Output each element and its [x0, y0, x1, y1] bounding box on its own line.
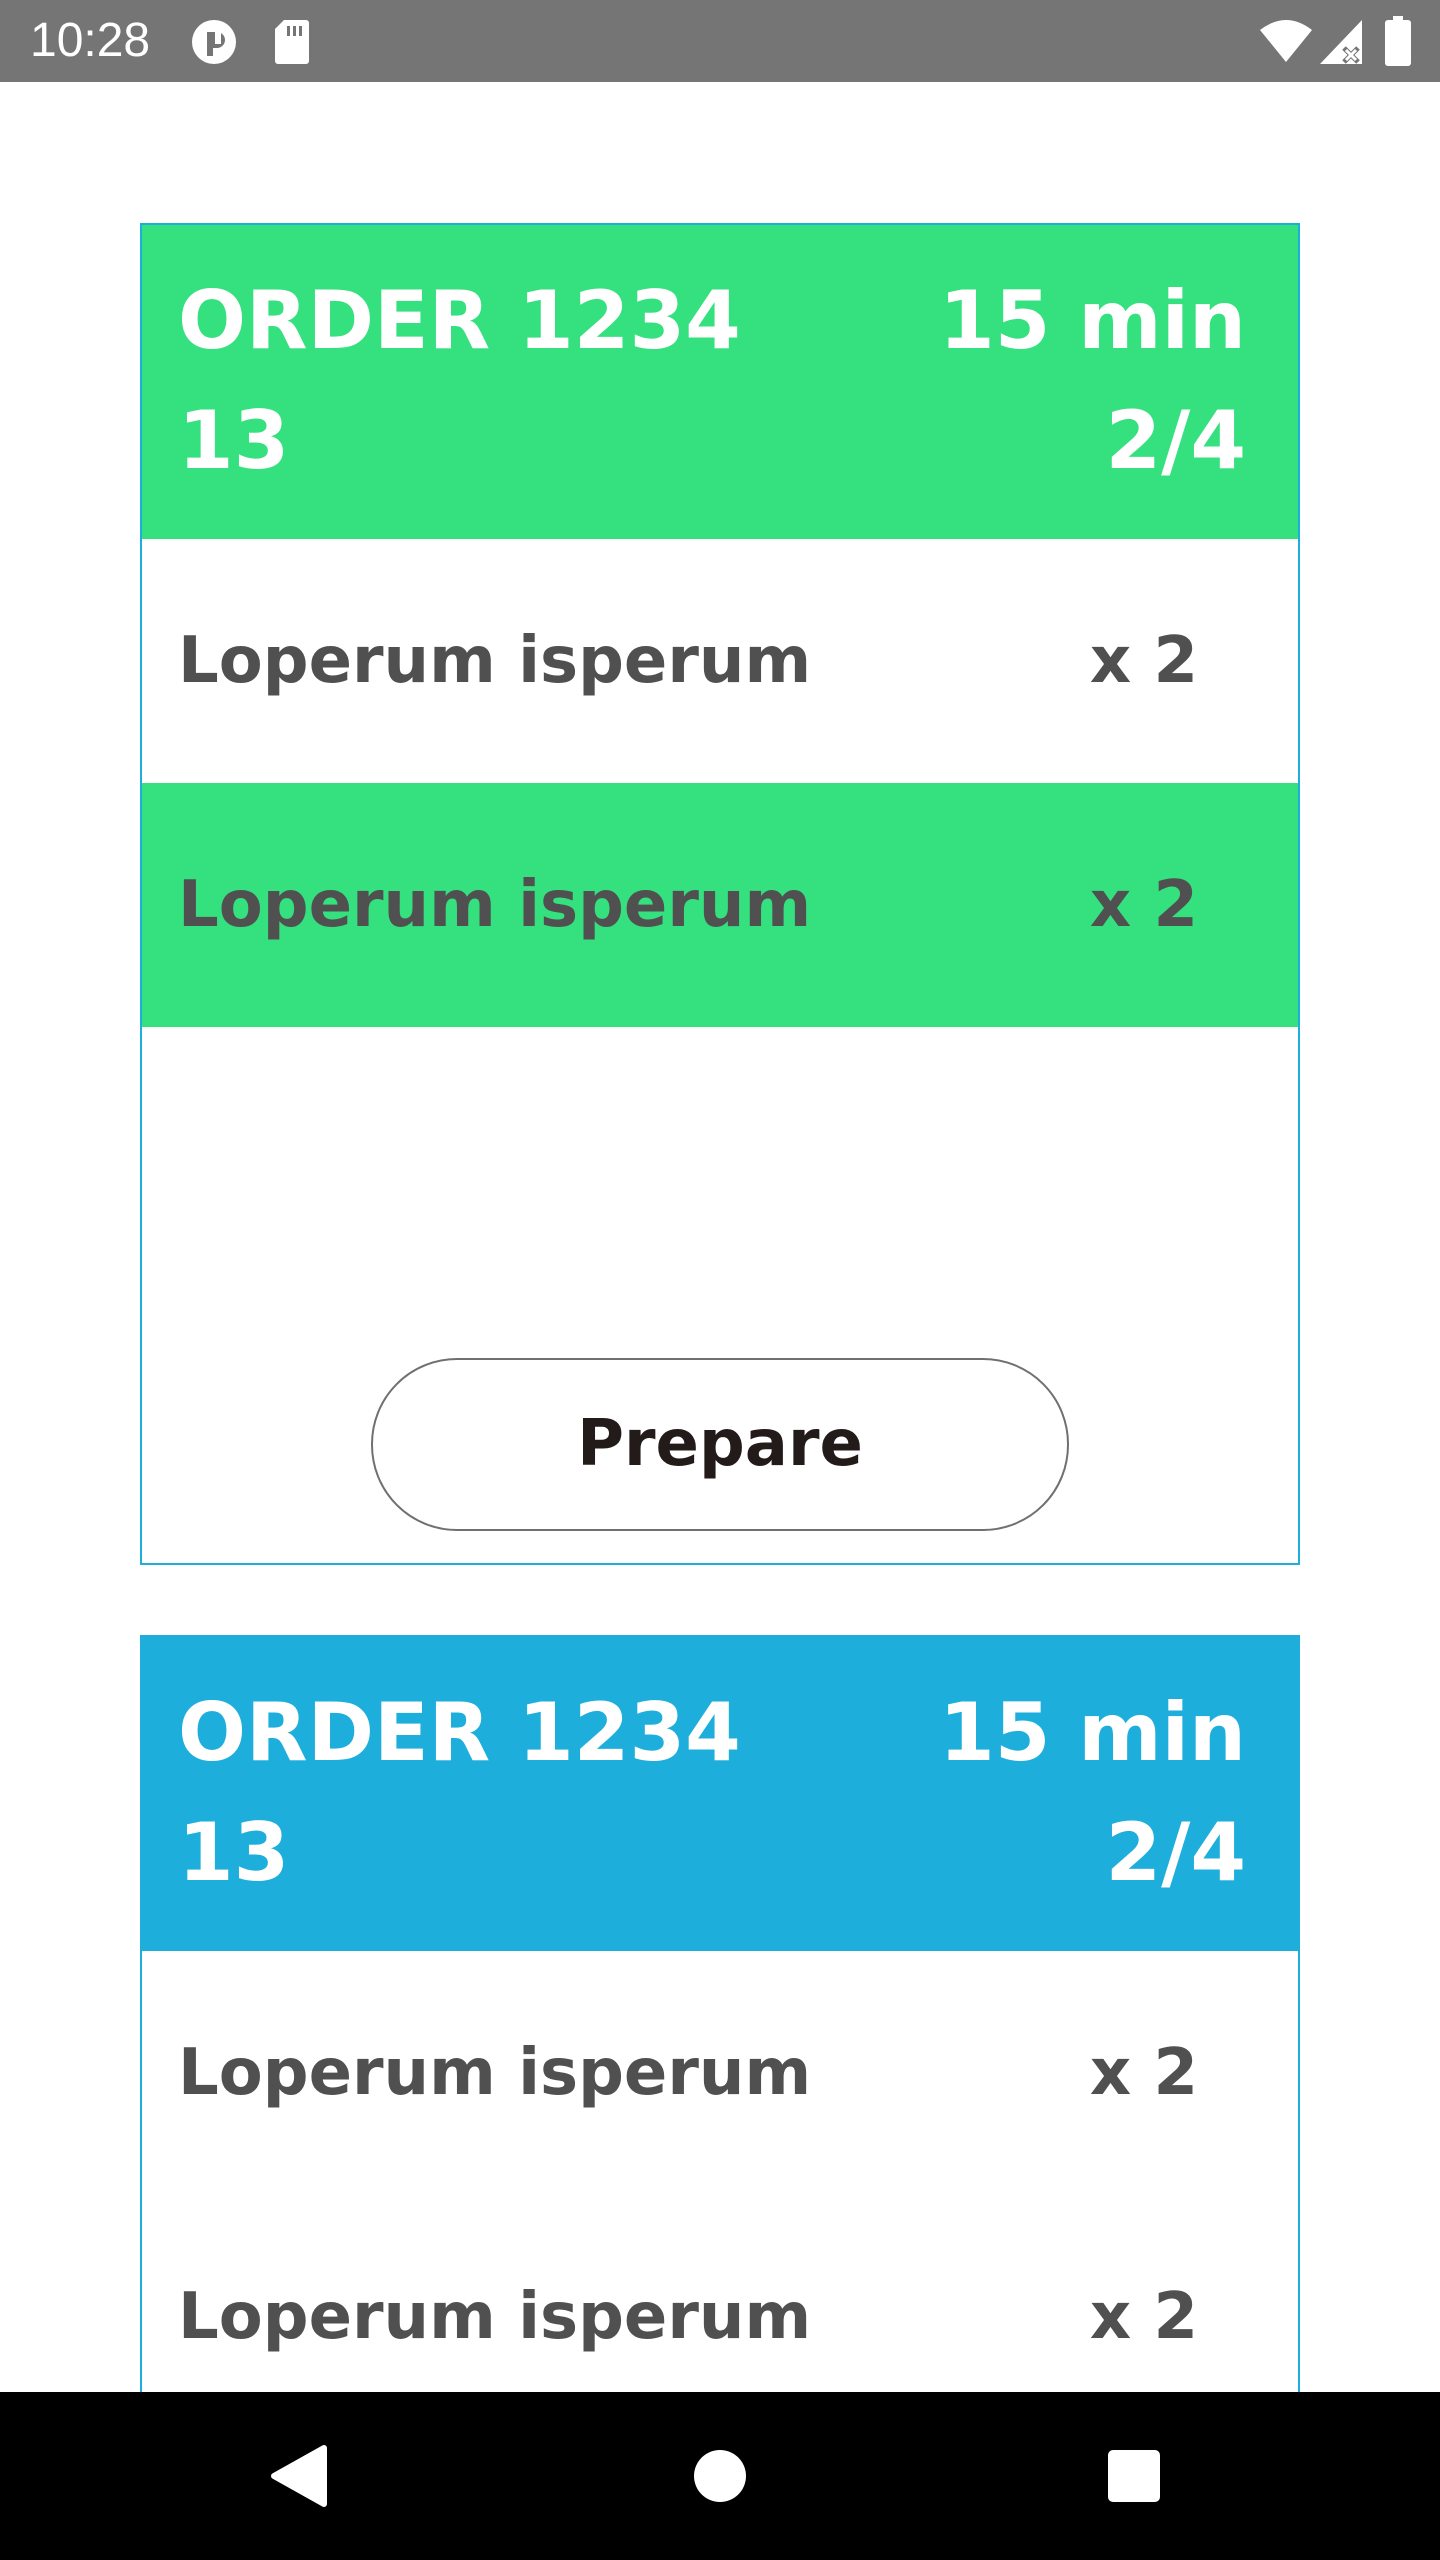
item-name: Loperum isperum — [178, 868, 812, 942]
order-item-row[interactable]: Loperum isperum x 2 — [142, 2195, 1298, 2392]
order-time: 15 min — [939, 274, 1246, 367]
item-quantity: x 2 — [1089, 868, 1198, 942]
prepare-button[interactable]: Prepare — [371, 1358, 1069, 1531]
order-progress: 2/4 — [1105, 1806, 1246, 1899]
order-number: ORDER 1234 — [178, 1686, 741, 1779]
recents-icon[interactable] — [1050, 2392, 1218, 2560]
order-card: ORDER 1234 13 15 min 2/4 Loperum isperum… — [140, 223, 1300, 1565]
status-bar: 10:28 — [0, 0, 1440, 82]
order-meta-block: 15 min 2/4 — [846, 225, 1246, 501]
order-card: ORDER 1234 13 15 min 2/4 Loperum isperum… — [140, 1635, 1300, 2392]
sd-card-icon — [275, 20, 309, 64]
order-time: 15 min — [939, 1686, 1246, 1779]
battery-icon — [1385, 16, 1411, 66]
order-item-row-highlighted[interactable]: Loperum isperum x 2 — [142, 783, 1298, 1027]
item-quantity: x 2 — [1089, 2280, 1198, 2354]
navigation-bar — [0, 2392, 1440, 2560]
order-list[interactable]: ORDER 1234 13 15 min 2/4 Loperum isperum… — [0, 82, 1440, 2392]
order-table-number: 13 — [178, 1806, 290, 1899]
item-name: Loperum isperum — [178, 2280, 812, 2354]
item-quantity: x 2 — [1089, 2036, 1198, 2110]
order-meta-block: 15 min 2/4 — [846, 1637, 1246, 1913]
order-number: ORDER 1234 — [178, 274, 741, 367]
cell-signal-icon — [1320, 20, 1362, 64]
back-icon[interactable] — [216, 2392, 384, 2560]
order-item-row[interactable]: Loperum isperum x 2 — [142, 1951, 1298, 2195]
notification-icon — [192, 20, 236, 64]
order-title-block: ORDER 1234 13 — [178, 1637, 818, 1913]
order-title-block: ORDER 1234 13 — [178, 225, 818, 501]
order-item-row[interactable]: Loperum isperum x 2 — [142, 539, 1298, 783]
wifi-icon — [1260, 20, 1312, 62]
home-icon[interactable] — [636, 2392, 804, 2560]
status-time: 10:28 — [30, 14, 151, 67]
item-name: Loperum isperum — [178, 2036, 812, 2110]
order-header: ORDER 1234 13 15 min 2/4 — [142, 1637, 1298, 1951]
item-quantity: x 2 — [1089, 624, 1198, 698]
order-table-number: 13 — [178, 394, 290, 487]
order-header: ORDER 1234 13 15 min 2/4 — [142, 225, 1298, 539]
item-name: Loperum isperum — [178, 624, 812, 698]
order-progress: 2/4 — [1105, 394, 1246, 487]
